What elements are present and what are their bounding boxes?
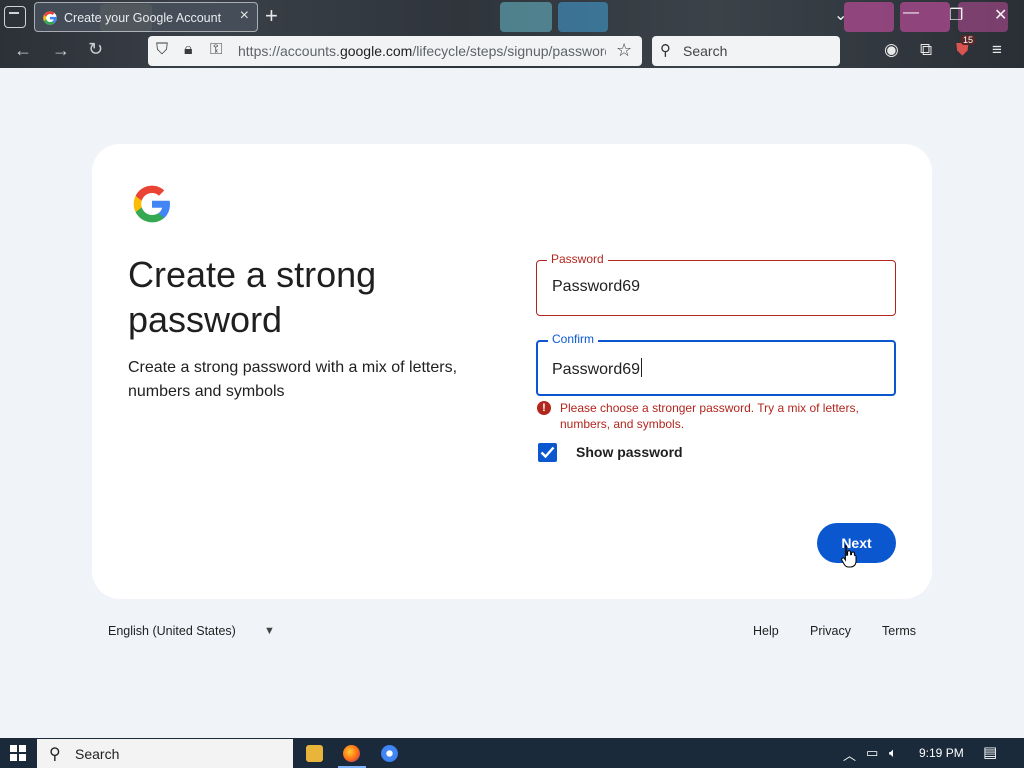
signup-card: Create a strong password Create a strong… — [92, 144, 932, 599]
error-icon: ! — [537, 401, 551, 415]
url-text[interactable]: https://accounts.google.com/lifecycle/st… — [238, 43, 606, 59]
tab-bar: Create your Google Account × + ⌄ — ❐ ✕ — [0, 0, 1024, 34]
chevron-down-icon[interactable]: ⌄ — [834, 5, 847, 25]
confirm-label: Confirm — [548, 332, 599, 346]
clock[interactable]: 9:19 PM — [919, 746, 964, 760]
firefox-icon[interactable] — [343, 745, 360, 762]
file-explorer-icon[interactable] — [306, 745, 323, 762]
search-bar[interactable]: ⚲ Search — [652, 36, 840, 66]
confirm-password-field[interactable]: Confirm Password69 — [536, 332, 896, 396]
password-label: Password — [547, 252, 608, 266]
close-tab-icon[interactable]: × — [240, 7, 249, 25]
minimize-icon[interactable]: — — [903, 4, 919, 22]
search-icon: ⚲ — [49, 746, 61, 763]
search-icon: ⚲ — [660, 42, 671, 59]
taskbar: ⚲ Search ︿ ▭ 🔈︎ 9:19 PM ▤ — [0, 738, 1024, 768]
extensions-icon[interactable]: ⧉ — [920, 40, 932, 60]
hand-cursor-icon — [841, 545, 857, 568]
navigation-bar: ← → ↻ ⛉ 🔒︎ ⚿ https://accounts.google.com… — [0, 34, 1024, 68]
restore-icon[interactable]: ❐ — [949, 5, 963, 25]
browser-chrome: Create your Google Account × + ⌄ — ❐ ✕ ←… — [0, 0, 1024, 68]
notifications-icon[interactable]: ▤ — [983, 743, 997, 761]
account-icon[interactable]: ◉ — [884, 40, 899, 60]
google-favicon-icon — [43, 11, 57, 25]
taskbar-search-label: Search — [75, 746, 120, 762]
reload-icon[interactable]: ↻ — [88, 39, 103, 60]
tray-chevron-icon[interactable]: ︿ — [843, 745, 856, 764]
google-logo-icon — [133, 185, 170, 223]
menu-icon[interactable]: ≡ — [992, 40, 1002, 60]
show-password-label[interactable]: Show password — [576, 444, 683, 460]
language-selector[interactable]: English (United States) — [108, 624, 236, 638]
privacy-link[interactable]: Privacy — [810, 624, 851, 638]
help-link[interactable]: Help — [753, 624, 779, 638]
terms-link[interactable]: Terms — [882, 624, 916, 638]
page-subtitle: Create a strong password with a mix of l… — [128, 359, 458, 400]
windows-start-icon[interactable] — [10, 745, 26, 761]
active-tab[interactable]: Create your Google Account × — [34, 2, 258, 32]
forward-icon[interactable]: → — [52, 40, 70, 61]
show-password-checkbox[interactable] — [538, 443, 557, 462]
taskbar-search[interactable]: ⚲ Search — [37, 739, 293, 768]
text-caret — [641, 358, 643, 377]
shield-icon[interactable]: ⛉ — [156, 41, 168, 59]
back-icon[interactable]: ← — [14, 40, 32, 61]
network-icon[interactable]: ▭ — [866, 745, 878, 761]
extension-badge: 15 — [961, 35, 976, 45]
page-title: Create a strong password — [128, 254, 377, 340]
address-bar[interactable]: ⛉ 🔒︎ ⚿ https://accounts.google.com/lifec… — [148, 36, 642, 66]
chrome-icon[interactable] — [381, 745, 398, 762]
tab-list-icon[interactable] — [4, 6, 26, 28]
password-input[interactable]: Password69 — [552, 278, 640, 296]
bookmark-star-icon[interactable]: ☆ — [616, 40, 632, 61]
search-placeholder: Search — [683, 43, 728, 59]
new-tab-icon[interactable]: + — [265, 3, 278, 29]
tab-title: Create your Google Account — [64, 11, 222, 25]
checkmark-icon — [540, 446, 555, 459]
close-window-icon[interactable]: ✕ — [994, 5, 1007, 25]
key-icon[interactable]: ⚿ — [210, 41, 222, 59]
error-message: Please choose a stronger password. Try a… — [560, 401, 859, 431]
confirm-password-input[interactable]: Password69 — [552, 358, 643, 379]
volume-muted-icon[interactable]: 🔈︎ — [889, 745, 897, 761]
password-field[interactable]: Password Password69 — [536, 252, 896, 316]
dropdown-arrow-icon[interactable]: ▼ — [264, 625, 275, 637]
lock-icon[interactable]: 🔒︎ — [184, 41, 193, 59]
